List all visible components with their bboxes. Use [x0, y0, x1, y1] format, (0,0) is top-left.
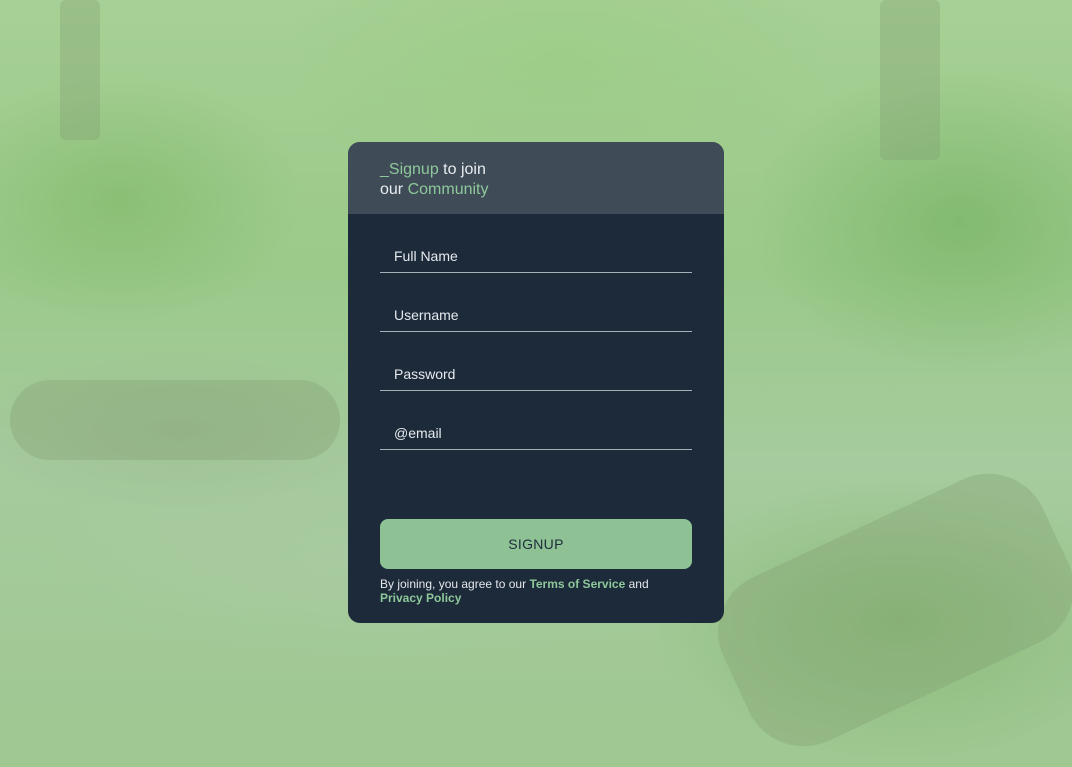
- header-our-text: our: [380, 181, 408, 198]
- signup-form: SIGNUP By joining, you agree to our Term…: [348, 214, 724, 605]
- full-name-input[interactable]: [380, 244, 692, 273]
- signup-card: _Signup to join our Community SIGNUP By …: [348, 142, 724, 623]
- privacy-policy-link[interactable]: Privacy Policy: [380, 591, 461, 605]
- terms-prefix-text: By joining, you agree to our: [380, 577, 530, 591]
- terms-middle-text: and: [625, 577, 649, 591]
- terms-of-service-link[interactable]: Terms of Service: [529, 577, 625, 591]
- terms-notice: By joining, you agree to our Terms of Se…: [380, 577, 692, 605]
- signup-button[interactable]: SIGNUP: [380, 519, 692, 569]
- header-line-2: our Community: [380, 180, 692, 200]
- email-input[interactable]: [380, 421, 692, 450]
- header-join-text: to join: [438, 161, 486, 178]
- header-line-1: _Signup to join: [380, 160, 692, 180]
- username-input[interactable]: [380, 303, 692, 332]
- header-signup-accent: _Signup: [380, 161, 439, 178]
- header-community-accent: Community: [407, 181, 489, 198]
- password-input[interactable]: [380, 362, 692, 391]
- username-field-wrapper: [380, 303, 692, 362]
- email-field-wrapper: [380, 421, 692, 480]
- password-field-wrapper: [380, 362, 692, 421]
- full-name-field-wrapper: [380, 244, 692, 303]
- card-header: _Signup to join our Community: [348, 142, 724, 214]
